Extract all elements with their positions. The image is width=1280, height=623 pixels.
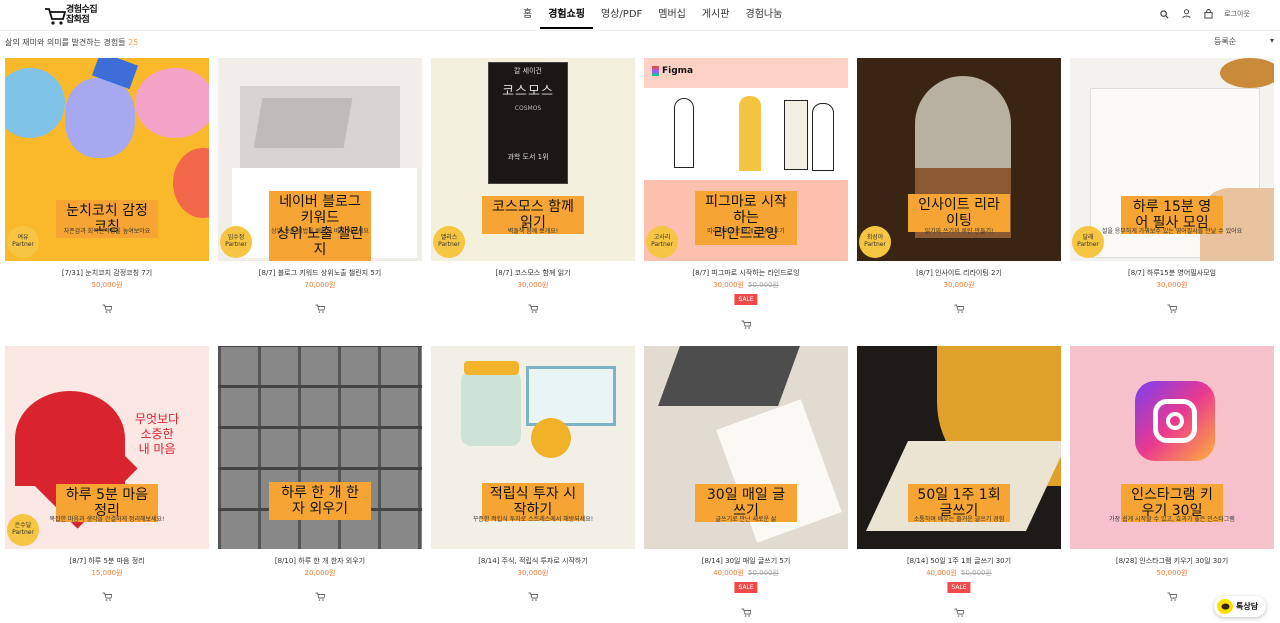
add-to-cart-icon[interactable] <box>1167 298 1178 313</box>
product-title[interactable]: [8/14] 주식, 적립식 투자로 시작하기 <box>431 556 635 566</box>
product-price: 30,000원 <box>943 281 975 289</box>
add-to-cart-icon[interactable] <box>315 298 326 313</box>
product-thumbnail[interactable]: 눈치코치 감정코칭 자존감과 회복탄력성을 높여보아요 여유 Partner <box>5 58 209 261</box>
product-thumbnail[interactable]: 적립식 투자 시작하기 꾸준한 적립식 투자로 스트레스에서 해방되세요! <box>431 346 635 549</box>
search-icon[interactable] <box>1158 8 1170 20</box>
original-price: 50,000원 <box>961 569 992 577</box>
main-nav: 홈 경험쇼핑 영상/PDF 멤버십 게시판 경험나눔 <box>515 0 790 31</box>
add-to-cart-icon[interactable] <box>102 586 113 601</box>
add-to-cart-icon[interactable] <box>741 602 752 617</box>
product-title[interactable]: [8/7] 하루 5분 마음 정리 <box>5 556 209 566</box>
product-thumbnail[interactable]: 인사이트 리라이팅 읽기와 쓰기의 루틴 만들기! 최성아 Partner <box>857 58 1061 261</box>
product-banner: 하루 한 개 한자 외우기 <box>269 482 371 520</box>
add-to-cart-icon[interactable] <box>741 314 752 329</box>
product-price: 50,000원 <box>91 281 123 289</box>
nav-item[interactable]: 경험나눔 <box>738 0 791 29</box>
header-actions: 로그아웃 <box>1158 8 1250 20</box>
product-banner-subtitle: 꾸준한 적립식 투자로 스트레스에서 해방되세요! <box>472 516 594 523</box>
product-price: 30,000원 <box>1156 281 1188 289</box>
logout-link[interactable]: 로그아웃 <box>1224 9 1250 19</box>
sale-badge: SALE <box>734 582 758 593</box>
product-thumbnail[interactable]: 네이버 블로그 키워드 상위 노출 챌린지 상위 노출 비법을 배워서 바로 써보… <box>218 58 422 261</box>
category-bar: 삶의 재미와 의미를 발견하는 경험들 25 등록순 ▾ <box>0 31 1280 55</box>
partner-badge: 앨리스 Partner <box>433 226 465 258</box>
chat-bubble-icon <box>1217 599 1233 614</box>
figma-logo: Figma <box>652 66 693 76</box>
site-logo[interactable]: 경험수집 잡화점 <box>44 5 114 27</box>
product-thumbnail[interactable]: 하루 15분 영어 필사 모임 설을 응부하게 가꿔보수 있는 영어필사를 만날 … <box>1070 58 1274 261</box>
product-price: 40,000원 50,000원 <box>713 569 779 577</box>
sale-badge: SALE <box>947 582 971 593</box>
product-price: 70,000원 <box>304 281 336 289</box>
add-to-cart-icon[interactable] <box>954 602 965 617</box>
product-thumbnail[interactable]: 칼 세이건 코스모스 COSMOS 과학 도서 1위 코스모스 함께 읽기 벽돌책 함께 … <box>431 58 635 261</box>
product-banner: 피그마로 시작하는 라인드로잉 <box>695 191 797 245</box>
product-title[interactable]: [8/14] 50일 1주 1회 글쓰기 30기 <box>857 556 1061 566</box>
product-price: 20,000원 <box>304 569 336 577</box>
nav-item[interactable]: 게시판 <box>694 0 738 29</box>
product-title[interactable]: [8/7] 피그마로 시작하는 라인드로잉 <box>644 268 848 278</box>
chevron-down-icon: ▾ <box>1269 36 1274 45</box>
sort-select[interactable]: 등록순 ▾ <box>1214 36 1274 47</box>
partner-badge: 최성아 Partner <box>859 226 891 258</box>
product-thumbnail[interactable]: 하루 한 개 한자 외우기 <box>218 346 422 549</box>
product-title[interactable]: [8/7] 코스모스 함께 읽기 <box>431 268 635 278</box>
partner-badge: 임수정 Partner <box>220 226 252 258</box>
nav-item[interactable]: 홈 <box>515 0 540 29</box>
product-count: 25 <box>128 38 139 47</box>
product-price: 50,000원 <box>1156 569 1188 577</box>
product-price: 15,000원 <box>91 569 123 577</box>
product-title[interactable]: [8/7] 인사이트 리라이팅 2기 <box>857 268 1061 278</box>
product-title[interactable]: [8/10] 하루 한 개 한자 외우기 <box>218 556 422 566</box>
product-title[interactable]: [8/7] 하루15분 영어필사모임 <box>1070 268 1274 278</box>
product-banner-subtitle: 가장 쉽게 시작할 수 있고, 효과가 좋은 인스타그램 <box>1109 516 1235 523</box>
site-header: 경험수집 잡화점 홈 경험쇼핑 영상/PDF 멤버십 게시판 경험나눔 로그아웃 <box>0 0 1280 31</box>
partner-badge: 은수달 Partner <box>7 514 39 546</box>
category-description: 삶의 재미와 의미를 발견하는 경험들 25 <box>5 38 139 47</box>
nav-item[interactable]: 영상/PDF <box>593 0 650 29</box>
product-thumbnail[interactable]: 50일 1주 1회 글쓰기 소통하며 배우는 즐거운 글쓰기 경험 <box>857 346 1061 549</box>
add-to-cart-icon[interactable] <box>528 586 539 601</box>
book-cover: 칼 세이건 코스모스 COSMOS 과학 도서 1위 <box>502 67 554 161</box>
add-to-cart-icon[interactable] <box>528 298 539 313</box>
product-thumbnail[interactable]: 인스타그램 키우기 30일 가장 쉽게 시작할 수 있고, 효과가 좋은 인스타그… <box>1070 346 1274 549</box>
bag-icon[interactable] <box>1202 8 1214 20</box>
add-to-cart-icon[interactable] <box>954 298 965 313</box>
product-price: 30,000원 50,000원 <box>713 281 779 289</box>
partner-badge: 고사리 Partner <box>646 226 678 258</box>
add-to-cart-icon[interactable] <box>315 586 326 601</box>
product-banner-subtitle: 글쓰기로 만난 새로운 삶 <box>715 516 777 523</box>
chat-consult-button[interactable]: 톡상담 <box>1214 596 1266 617</box>
nav-item[interactable]: 경험쇼핑 <box>540 0 594 29</box>
product-price: 30,000원 <box>517 281 549 289</box>
product-banner-subtitle: 소통하며 배우는 즐거운 글쓰기 경험 <box>913 516 1005 523</box>
product-title[interactable]: [8/28] 인스타그램 키우기 30일 30기 <box>1070 556 1274 566</box>
user-icon[interactable] <box>1180 8 1192 20</box>
partner-badge: 달래 Partner <box>1072 226 1104 258</box>
product-price: 30,000원 <box>517 569 549 577</box>
product-title[interactable]: [8/14] 30일 매일 글쓰기 5기 <box>644 556 848 566</box>
product-thumbnail[interactable]: 30일 매일 글쓰기 글쓰기로 만난 새로운 삶 <box>644 346 848 549</box>
nav-item[interactable]: 멤버십 <box>650 0 694 29</box>
logo-text: 경험수집 잡화점 <box>66 5 98 25</box>
add-to-cart-icon[interactable] <box>1167 586 1178 601</box>
add-to-cart-icon[interactable] <box>102 298 113 313</box>
sale-badge: SALE <box>734 294 758 305</box>
cart-logo-icon <box>45 8 66 25</box>
chat-label: 톡상담 <box>1236 602 1259 611</box>
partner-badge: 여유 Partner <box>7 226 39 258</box>
original-price: 50,000원 <box>748 569 779 577</box>
product-thumbnail[interactable]: 무엇보다 소중한 내 마음 하루 5분 마음 정리 복잡한 마음과 생각을 간결하게… <box>5 346 209 549</box>
product-price: 40,000원 50,000원 <box>926 569 992 577</box>
heart-caption: 무엇보다 소중한 내 마음 <box>135 412 180 456</box>
product-title[interactable]: [8/7] 블로그 키워드 상위노출 챌린지 5기 <box>218 268 422 278</box>
product-thumbnail[interactable]: Figma 피그마로 시작하는 라인드로잉 따라그리기로 쉽게 그림 배우기 고사리 … <box>644 58 848 261</box>
product-title[interactable]: [7/31] 눈치코치 감정코칭 7기 <box>5 268 209 278</box>
original-price: 50,000원 <box>748 281 779 289</box>
